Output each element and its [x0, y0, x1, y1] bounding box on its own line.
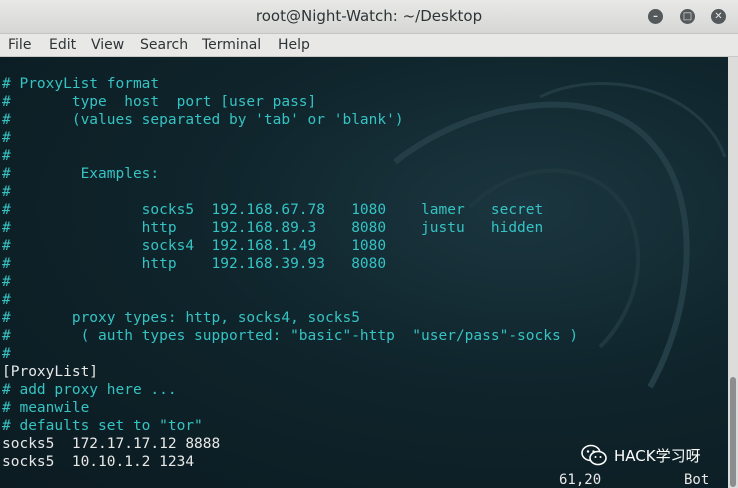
terminal-line: # proxy types: http, socks4, socks5	[2, 310, 360, 326]
menu-bar: File Edit View Search Terminal Help	[0, 34, 738, 57]
terminal-view[interactable]: # ProxyList format # type host port [use…	[0, 57, 728, 488]
terminal-line: #	[2, 274, 11, 290]
watermark: HACK学习呀	[580, 440, 701, 470]
terminal-line: # http 192.168.89.3 8080 justu hidden	[2, 220, 544, 236]
menu-search[interactable]: Search	[140, 34, 188, 56]
terminal-line: # (values separated by 'tab' or 'blank')	[2, 112, 404, 128]
terminal-line: # http 192.168.39.93 8080	[2, 256, 387, 272]
terminal-line: # defaults set to "tor"	[2, 418, 203, 434]
terminal-line: #	[2, 130, 11, 146]
terminal-line: # socks5 192.168.67.78 1080 lamer secret	[2, 202, 544, 218]
terminal-line: # socks4 192.168.1.49 1080	[2, 238, 387, 254]
terminal-line: # ( auth types supported: "basic"-http "…	[2, 328, 579, 344]
watermark-text: HACK学习呀	[614, 446, 701, 465]
terminal-line: # Examples:	[2, 166, 160, 182]
terminal-line: #	[2, 292, 11, 308]
maximize-icon[interactable]: □	[680, 9, 695, 24]
proxylist-section-header: [ProxyList]	[2, 364, 99, 380]
terminal-line: # type host port [user pass]	[2, 94, 317, 110]
menu-help[interactable]: Help	[278, 34, 310, 56]
window-titlebar[interactable]: root@Night-Watch: ~/Desktop – □ ✕	[0, 0, 738, 34]
terminal-line: #	[2, 184, 11, 200]
cursor-position: 61,20	[559, 472, 602, 488]
terminal-line: #	[2, 148, 11, 164]
menu-file[interactable]: File	[8, 34, 31, 56]
terminal-line: # ProxyList format	[2, 76, 160, 92]
terminal-line: # meanwile	[2, 400, 90, 416]
menu-edit[interactable]: Edit	[49, 34, 76, 56]
minimize-icon[interactable]: –	[648, 9, 663, 24]
scroll-position: Bot	[684, 472, 710, 488]
terminal-line: # add proxy here ...	[2, 382, 177, 398]
proxy-entry: socks5 10.10.1.2 1234	[2, 454, 195, 470]
wechat-icon	[581, 444, 607, 466]
close-icon[interactable]: ✕	[711, 9, 726, 24]
proxy-entry: socks5 172.17.17.12 8888	[2, 436, 221, 452]
menu-terminal[interactable]: Terminal	[202, 34, 261, 56]
terminal-scrollbar[interactable]	[728, 57, 738, 488]
terminal-line: #	[2, 346, 11, 362]
menu-view[interactable]: View	[91, 34, 124, 56]
scrollbar-thumb[interactable]	[730, 377, 736, 487]
window-title: root@Night-Watch: ~/Desktop	[255, 7, 483, 25]
